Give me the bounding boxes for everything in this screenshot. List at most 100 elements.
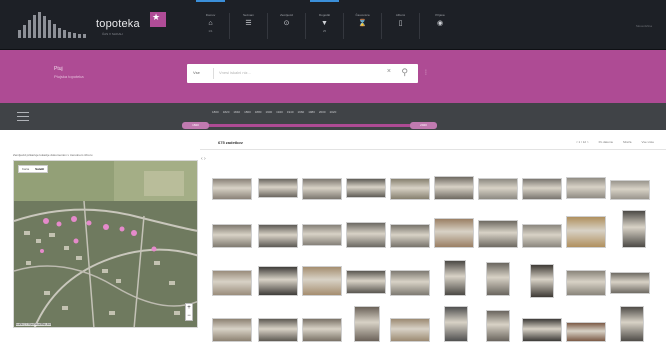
result-thumbnail[interactable] (212, 270, 252, 296)
result-thumbnail[interactable] (478, 178, 518, 200)
result-thumbnail[interactable] (434, 176, 474, 200)
result-thumbnail[interactable] (478, 220, 518, 248)
result-thumbnail[interactable] (346, 270, 386, 294)
nav-item-label: Seznam (242, 13, 254, 17)
result-thumbnail[interactable] (346, 178, 386, 198)
result-thumbnail[interactable] (302, 318, 342, 342)
place-subtitle: Ptujska topoteka (54, 74, 84, 79)
satellite-map[interactable] (14, 161, 198, 328)
search-type-select[interactable]: Vse (193, 70, 200, 75)
result-thumbnail[interactable] (434, 218, 474, 248)
nav-item-map-pin[interactable]: Zemljevid ⊙ (268, 13, 305, 39)
result-thumbnail[interactable] (390, 178, 430, 200)
timeline-year-label[interactable]: 1940 (287, 110, 294, 114)
result-thumbnail[interactable] (302, 224, 342, 246)
range-start-handle[interactable]: 1820 (182, 122, 209, 129)
nav-item-user[interactable]: Prijava ◉ (420, 13, 460, 39)
timeline-year-label[interactable]: 1840 (233, 110, 240, 114)
timeline-year-label[interactable]: 1900 (265, 110, 272, 114)
result-thumbnail[interactable] (620, 306, 644, 342)
logo-bars-graphic (18, 12, 86, 38)
timeline-year-label[interactable]: 1920 (276, 110, 283, 114)
result-thumbnail[interactable] (302, 266, 342, 296)
timeline-year-label[interactable]: 1880 (255, 110, 262, 114)
result-thumbnail[interactable] (212, 318, 252, 342)
nav-item-label: Dogodki (318, 13, 330, 17)
search-band: Ptuj Ptujska topoteka Vse Vnesi iskalni … (0, 50, 666, 103)
result-thumbnail[interactable] (610, 272, 650, 294)
zoom-out-button[interactable]: − (186, 312, 192, 320)
search-input[interactable]: Vnesi iskalni niz... (219, 70, 251, 75)
language-selector[interactable]: Slovenščina (636, 24, 652, 28)
result-thumbnail[interactable] (258, 178, 298, 198)
menu-icon[interactable] (17, 112, 29, 121)
view-select[interactable]: Mreža (623, 140, 631, 144)
map-type-toggle: Karta Satelit (18, 165, 49, 173)
result-thumbnail[interactable] (530, 264, 554, 298)
timeline-years: 1800 1820 1840 1860 1880 1900 1920 1940 1960 1980… (212, 110, 336, 114)
result-thumbnail[interactable] (566, 216, 606, 248)
result-thumbnail[interactable] (390, 270, 430, 296)
filter-select[interactable]: Vse vrste (641, 140, 654, 144)
results-controls: < 1 / 12 > Po datumu Mreža Vse vrste (576, 140, 654, 144)
result-thumbnail[interactable] (444, 306, 468, 342)
result-thumbnail[interactable] (302, 178, 342, 200)
result-thumbnail[interactable] (258, 318, 298, 342)
nav-item-album[interactable]: Albumi ▯ (382, 13, 419, 39)
result-thumbnail[interactable] (346, 222, 386, 248)
map-attribution: Leaflet | © OpenStreetMap, Esri (16, 323, 52, 326)
nav-item-home[interactable]: Domov ⌂ 1/1 (192, 0, 229, 39)
result-thumbnail[interactable] (522, 224, 562, 248)
result-thumbnail[interactable] (566, 270, 606, 296)
result-thumbnail[interactable] (486, 262, 510, 296)
result-thumbnail[interactable] (566, 177, 606, 199)
nav-item-label: Časovnica (355, 13, 370, 17)
zoom-in-button[interactable]: + (186, 304, 192, 312)
topoteka-title: Ptuj Ptujska topoteka (54, 66, 84, 79)
result-thumbnail[interactable] (390, 224, 430, 248)
nav-item-list[interactable]: Seznam ☰ (230, 13, 267, 39)
result-thumbnail[interactable] (622, 210, 646, 248)
result-thumbnail[interactable] (258, 224, 298, 248)
topoteka-logo[interactable]: topoteka ČAS V SLIKAH (18, 12, 166, 38)
pagination[interactable]: < 1 / 12 > (576, 140, 589, 144)
clear-search-icon[interactable]: × (387, 68, 391, 75)
timeline-year-label[interactable]: 2000 (319, 110, 326, 114)
nav-item-label: Zemljevid (280, 13, 293, 17)
collapse-map-icon[interactable]: ‹ › (201, 156, 206, 162)
app-name: topoteka (96, 18, 140, 30)
result-thumbnail[interactable] (390, 318, 430, 342)
result-thumbnail[interactable] (258, 266, 298, 296)
nav-item-timeline[interactable]: Časovnica ⌛ (344, 13, 381, 39)
result-thumbnail[interactable] (354, 306, 380, 342)
timeline-year-label[interactable]: 1820 (223, 110, 230, 114)
timeline-range-slider[interactable]: 1820 2020 (182, 122, 437, 129)
result-thumbnail[interactable] (610, 180, 650, 200)
logo-badge-icon (150, 12, 166, 27)
result-thumbnail[interactable] (522, 318, 562, 342)
search-icon[interactable]: ⚲ (401, 67, 408, 78)
more-options-icon[interactable]: ⋮ (423, 69, 429, 76)
top-navigation-bar: topoteka ČAS V SLIKAH Domov ⌂ 1/1 Seznam ☰ Ze… (0, 0, 666, 50)
timeline-year-label[interactable]: 1960 (298, 110, 305, 114)
map-type-satellite[interactable]: Satelit (32, 166, 47, 172)
sort-select[interactable]: Po datumu (599, 140, 614, 144)
result-thumbnail[interactable] (522, 178, 562, 200)
result-thumbnail[interactable] (212, 178, 252, 200)
timeline-year-label[interactable]: 2020 (330, 110, 337, 114)
range-end-handle[interactable]: 2020 (410, 122, 437, 129)
result-thumbnail[interactable] (566, 322, 606, 342)
nav-item-calendar[interactable]: Dogodki ▼ 25 (306, 0, 343, 39)
result-thumbnail[interactable] (212, 224, 252, 248)
timeline-icon: ⌛ (358, 20, 367, 27)
timeline-year-label[interactable]: 1980 (308, 110, 315, 114)
results-header: 675 zadetkov < 1 / 12 > Po datumu Mreža … (200, 136, 666, 150)
timeline-year-label[interactable]: 1860 (244, 110, 251, 114)
result-thumbnail[interactable] (444, 260, 466, 296)
timeline-year-label[interactable]: 1800 (212, 110, 219, 114)
map-type-map[interactable]: Karta (19, 166, 32, 172)
home-icon: ⌂ (208, 20, 213, 27)
map-panel[interactable]: Karta Satelit + − Leaflet | © OpenStreet… (13, 160, 198, 328)
result-thumbnail[interactable] (486, 310, 510, 342)
place-title: Ptuj (54, 66, 63, 72)
